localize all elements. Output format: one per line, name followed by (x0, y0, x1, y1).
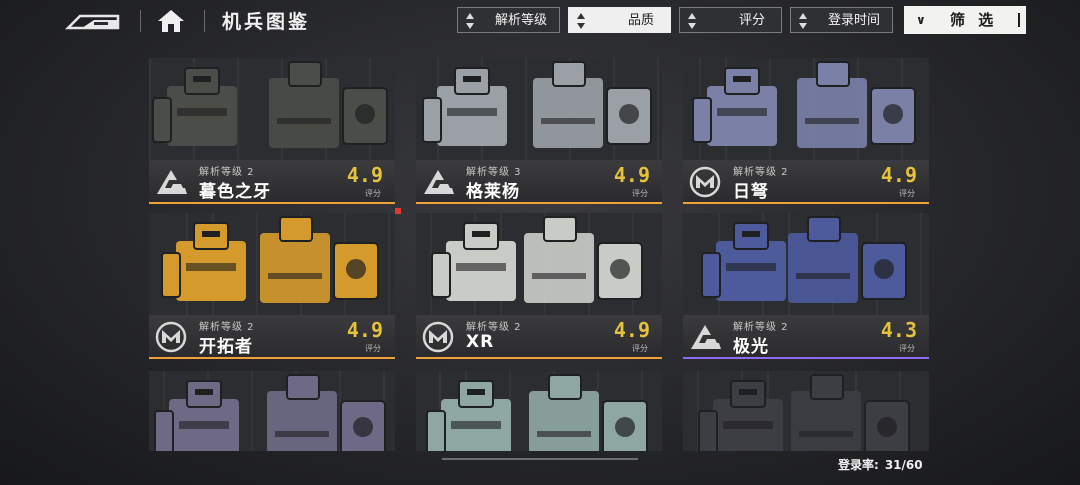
collection-rate: 登录率: 31/60 (838, 456, 923, 473)
mech-card[interactable]: 解析等级 2 暮色之牙 4.9 评分 (149, 58, 395, 204)
analysis-level: 解析等级 2 (733, 322, 789, 333)
mech-score: 4.9 (613, 163, 650, 187)
mech-name: 日弩 (733, 182, 769, 202)
mech-card[interactable] (149, 371, 395, 451)
mech-score: 4.9 (346, 163, 383, 187)
collection-rate-label: 登录率: (838, 458, 879, 472)
rarity-underline (683, 202, 929, 204)
mech-portrait (149, 371, 395, 451)
sort-arrows-icon (466, 13, 474, 29)
mech-score: 4.3 (880, 318, 917, 342)
sort-label: 品质 (627, 13, 654, 28)
mech-card[interactable]: 解析等级 3 格莱杨 4.9 评分 (416, 58, 662, 204)
triangle-emblem-icon (153, 166, 189, 198)
score-label: 评分 (365, 344, 381, 353)
sort-label: 登录时间 (827, 13, 880, 28)
mech-info-bar: 解析等级 3 格莱杨 4.9 评分 (416, 160, 662, 204)
mech-card[interactable]: 解析等级 2 日弩 4.9 评分 (683, 58, 929, 204)
mech-info-bar: 解析等级 2 开拓者 4.9 评分 (149, 315, 395, 359)
mech-name: 格莱杨 (466, 182, 520, 202)
new-indicator-dot (395, 208, 401, 214)
m-emblem-icon (153, 321, 189, 353)
score-label: 评分 (632, 344, 648, 353)
mech-card[interactable] (683, 371, 929, 451)
divider (140, 10, 141, 32)
sort-button-login-time[interactable]: 登录时间 (790, 7, 893, 33)
scroll-indicator[interactable] (442, 458, 638, 460)
filter-button[interactable]: ∨ 筛 选 (904, 6, 1026, 34)
home-button[interactable] (156, 8, 186, 34)
mech-name: XR (466, 332, 495, 352)
sort-button-quality[interactable]: 品质 (568, 7, 671, 33)
mech-card[interactable]: 解析等级 2 XR 4.9 评分 (416, 213, 662, 359)
mech-name: 开拓者 (199, 337, 253, 357)
mech-portrait (683, 371, 929, 451)
rarity-underline (149, 357, 395, 359)
rarity-underline (683, 357, 929, 359)
sort-label: 解析等级 (494, 13, 547, 28)
mech-info-bar: 解析等级 2 XR 4.9 评分 (416, 315, 662, 359)
m-emblem-icon (420, 321, 456, 353)
back-arrow-icon (64, 14, 120, 30)
mech-name: 极光 (733, 337, 769, 357)
m-emblem-icon (687, 166, 723, 198)
home-icon (158, 10, 184, 32)
filter-bar-icon (1018, 13, 1020, 27)
mech-score: 4.9 (880, 163, 917, 187)
mech-portrait (683, 58, 929, 160)
mech-portrait (683, 213, 929, 315)
divider (204, 10, 205, 32)
filter-label: 筛 选 (950, 11, 998, 29)
mech-info-bar: 解析等级 2 日弩 4.9 评分 (683, 160, 929, 204)
collection-rate-value: 31/60 (884, 458, 923, 472)
mech-card[interactable]: 解析等级 2 极光 4.3 评分 (683, 213, 929, 359)
triangle-emblem-icon (420, 166, 456, 198)
sort-arrows-icon (799, 13, 807, 29)
mech-portrait (149, 58, 395, 160)
sort-arrows-icon (688, 13, 696, 29)
score-label: 评分 (632, 189, 648, 198)
sort-button-analysis-level[interactable]: 解析等级 (457, 7, 560, 33)
sort-label: 评分 (738, 13, 765, 28)
mech-card[interactable]: 解析等级 2 开拓者 4.9 评分 (149, 213, 395, 359)
sort-button-score[interactable]: 评分 (679, 7, 782, 33)
analysis-level: 解析等级 2 (199, 322, 255, 333)
mech-score: 4.9 (346, 318, 383, 342)
sort-arrows-icon (577, 13, 585, 29)
top-bar: 机兵图鉴 解析等级 品质 评分 登录时间 ∨ 筛 选 (0, 0, 1080, 42)
score-label: 评分 (899, 344, 915, 353)
mech-portrait (416, 213, 662, 315)
analysis-level: 解析等级 2 (199, 167, 255, 178)
triangle-emblem-icon (687, 321, 723, 353)
page-title: 机兵图鉴 (222, 11, 311, 33)
rarity-underline (149, 202, 395, 204)
rarity-underline (416, 202, 662, 204)
analysis-level: 解析等级 3 (466, 167, 522, 178)
mech-info-bar: 解析等级 2 暮色之牙 4.9 评分 (149, 160, 395, 204)
mech-name: 暮色之牙 (199, 182, 271, 202)
chevron-down-icon: ∨ (916, 13, 926, 27)
score-label: 评分 (899, 189, 915, 198)
mech-info-bar: 解析等级 2 极光 4.3 评分 (683, 315, 929, 359)
mech-score: 4.9 (613, 318, 650, 342)
analysis-level: 解析等级 2 (466, 322, 522, 333)
analysis-level: 解析等级 2 (733, 167, 789, 178)
mech-portrait (149, 213, 395, 315)
rarity-underline (416, 357, 662, 359)
mech-card[interactable] (416, 371, 662, 451)
mech-portrait (416, 58, 662, 160)
back-button[interactable] (64, 8, 128, 34)
mech-portrait (416, 371, 662, 451)
score-label: 评分 (365, 189, 381, 198)
